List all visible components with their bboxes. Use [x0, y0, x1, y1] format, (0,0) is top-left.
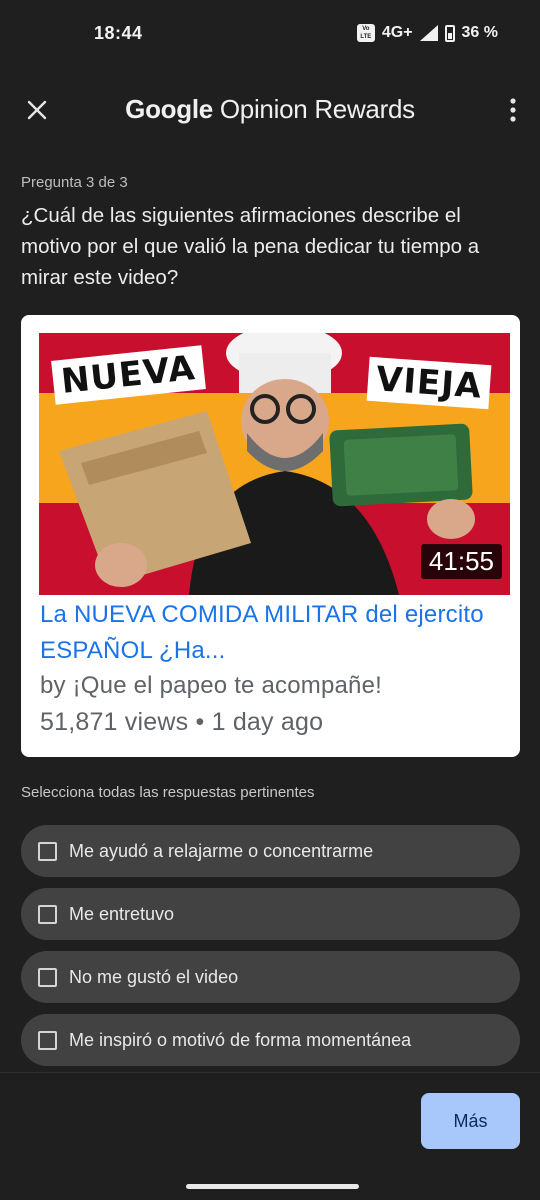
answer-option[interactable]: Me inspiró o motivó de forma momentánea: [21, 1014, 520, 1066]
more-vert-icon: [510, 98, 516, 122]
video-channel: by ¡Que el papeo te acompañe!: [40, 672, 383, 699]
footer-divider: [0, 1072, 540, 1073]
video-card[interactable]: NUEVA VIEJA 41:55 La NUEVA COMIDA MILITA…: [21, 315, 520, 757]
status-indicators: Vo LTE 4G+ 36 %: [356, 24, 498, 42]
checkbox[interactable]: [38, 967, 57, 987]
answer-options: Me ayudó a relajarme o concentrarme Me e…: [21, 825, 520, 1077]
video-meta: 51,871 views • 1 day ago: [40, 708, 324, 736]
instruction-text: Selecciona todas las respuestas pertinen…: [21, 784, 315, 801]
thumbnail-label-old: VIEJA: [366, 356, 492, 410]
answer-option-label: Me entretuvo: [69, 903, 175, 924]
app-title-product: Opinion Rewards: [219, 94, 415, 124]
question-counter: Pregunta 3 de 3: [21, 174, 128, 191]
answer-option-label: Me ayudó a relajarme o concentrarme: [69, 840, 374, 861]
status-time: 18:44: [94, 23, 143, 43]
answer-option-label: Me inspiró o motivó de forma momentánea: [69, 1029, 412, 1050]
app-title-brand: Google: [125, 94, 213, 124]
app-bar: Google Opinion Rewards: [0, 80, 540, 140]
battery-icon: [444, 24, 455, 42]
checkbox[interactable]: [38, 904, 57, 924]
network-type: 4G+: [381, 24, 413, 41]
video-title[interactable]: La NUEVA COMIDA MILITAR del ejercito ESP…: [40, 597, 510, 669]
answer-option[interactable]: Me ayudó a relajarme o concentrarme: [21, 825, 520, 877]
status-bar: 18:44 Vo LTE 4G+ 36 %: [0, 0, 540, 68]
video-thumbnail[interactable]: NUEVA VIEJA 41:55: [39, 333, 510, 595]
more-options-button[interactable]: [500, 91, 526, 129]
answer-option[interactable]: Me entretuvo: [21, 888, 520, 940]
answer-option[interactable]: No me gustó el video: [21, 951, 520, 1003]
app-title: Google Opinion Rewards: [0, 94, 540, 125]
answer-option-label: No me gustó el video: [69, 966, 239, 987]
more-button[interactable]: Más: [421, 1093, 520, 1149]
volte-icon: Vo LTE: [356, 24, 375, 42]
video-duration: 41:55: [420, 544, 502, 579]
signal-icon: [419, 25, 438, 41]
question-text: ¿Cuál de las siguientes afirmaciones des…: [21, 204, 480, 289]
battery-level: 36 %: [461, 24, 498, 41]
checkbox[interactable]: [38, 841, 57, 861]
home-indicator[interactable]: [186, 1184, 359, 1189]
checkbox[interactable]: [38, 1030, 57, 1050]
